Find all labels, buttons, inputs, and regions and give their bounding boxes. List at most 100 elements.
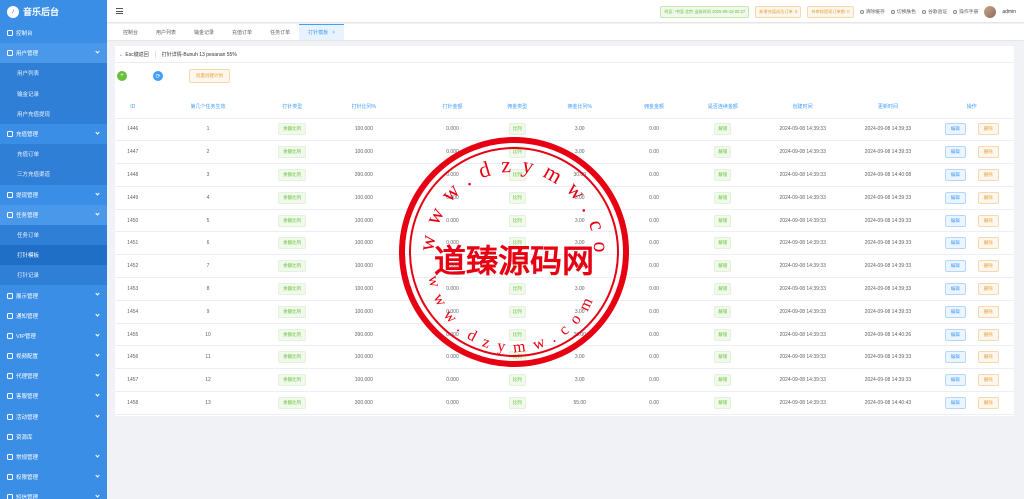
table-row[interactable]: 1456 11 余额比列 100.000 0.000 比列 3.00 0.00 解锁 2024-0… (115, 345, 1014, 370)
table-row[interactable]: 1446 1 余额比列 100.000 0.000 比列 3.00 0.00 解锁 2024-09… (115, 118, 1014, 142)
delete-button[interactable]: 删除 (977, 328, 999, 341)
delete-button[interactable]: 删除 (977, 214, 999, 227)
sidebar-item[interactable]: 充值管理 (0, 124, 107, 144)
table-row[interactable]: 1449 4 余额比列 100.000 0.000 比列 3.00 0.00 解锁 2024-09… (115, 186, 1014, 210)
menu-toggle-icon[interactable] (116, 8, 123, 14)
table-cell: 解锁 (686, 140, 759, 165)
edit-button[interactable]: 编辑 (944, 168, 966, 181)
delete-button[interactable]: 删除 (977, 123, 999, 136)
sidebar-item-label: 用户列表 (17, 71, 40, 78)
table-row[interactable]: 1451 6 余额比列 100.000 0.000 比列 3.00 0.00 解锁 2024-09… (115, 231, 1014, 256)
edit-button[interactable]: 编辑 (944, 374, 966, 387)
edit-button[interactable]: 编辑 (944, 191, 966, 204)
sidebar-item[interactable]: 提现管理 (0, 185, 107, 205)
edit-button[interactable]: 编辑 (944, 123, 966, 136)
edit-button[interactable]: 编辑 (944, 351, 966, 364)
sidebar-item[interactable]: 三方充值渠道 (0, 164, 107, 185)
sidebar-item[interactable]: 任务订单 (0, 224, 107, 246)
edit-button[interactable]: 编辑 (944, 260, 966, 273)
continuous-tag: 解锁 (714, 123, 732, 136)
sidebar-item[interactable]: 权限管理 (0, 467, 107, 487)
clear-cache-button[interactable]: 清除缓存 (859, 8, 885, 15)
edit-button[interactable]: 编辑 (944, 396, 966, 409)
delete-button[interactable]: 删除 (977, 396, 999, 409)
injection-type-tag: 余额比列 (278, 123, 307, 136)
table-row[interactable]: 1453 8 余额比列 100.000 0.000 比列 3.00 0.00 解锁 2024-09… (115, 277, 1014, 301)
delete-button[interactable]: 删除 (977, 168, 999, 181)
table-cell: 0.00 (621, 300, 687, 324)
table-cell: 余额比列 (265, 323, 319, 347)
sidebar-item-label: 用户管理 (16, 51, 39, 58)
sidebar-item[interactable]: 控制台 (0, 23, 107, 43)
refresh-button[interactable]: ⟳ (153, 71, 163, 81)
injection-type-tag: 余额比列 (278, 191, 307, 204)
sidebar-item[interactable]: 代理管理 (0, 366, 107, 386)
sidebar-item[interactable]: 用户列表 (0, 63, 107, 84)
sidebar-item[interactable]: 活动管理 (0, 407, 107, 427)
table-row[interactable]: 1452 7 余额比列 100.000 0.000 比列 3.00 0.00 解锁 2024-09… (115, 254, 1014, 279)
sidebar-item[interactable]: 客服管理 (0, 386, 107, 406)
username[interactable]: admin (1002, 9, 1016, 15)
back-button[interactable]: ← Esc键返回 (119, 51, 149, 58)
tab-recharge-orders[interactable]: 充值订单 (223, 24, 261, 40)
delete-button[interactable]: 删除 (977, 260, 999, 273)
delete-button[interactable]: 删除 (977, 191, 999, 204)
sidebar-item[interactable]: 充值订单 (0, 144, 107, 165)
table-cell: 7 (150, 254, 266, 279)
delete-button[interactable]: 删除 (977, 374, 999, 387)
sidebar-item[interactable]: 通知管理 (0, 306, 107, 326)
sidebar-item[interactable]: 打针记录 (0, 265, 107, 286)
chevron-down-icon (95, 312, 100, 317)
delete-button[interactable]: 删除 (977, 282, 999, 295)
tab-dashboard[interactable]: 控制台 (114, 24, 147, 40)
table-body: 1446 1 余额比列 100.000 0.000 比列 3.00 0.00 解锁 2024-09… (115, 118, 1014, 415)
sidebar-item[interactable]: 任务管理 (0, 204, 107, 225)
switch-skin-button[interactable]: 切换肤色 (890, 8, 916, 15)
table-row[interactable]: 1457 12 余额比列 100.000 0.000 比列 3.00 0.00 解锁 2024-0… (115, 368, 1014, 393)
withdraw-orders-badge[interactable]: 待审核提现订单数: 0 (807, 5, 854, 18)
close-icon[interactable]: × (332, 30, 335, 36)
edit-button[interactable]: 编辑 (944, 237, 966, 250)
edit-button[interactable]: 编辑 (944, 214, 966, 227)
edit-button[interactable]: 编辑 (944, 328, 966, 341)
avatar[interactable] (984, 5, 997, 18)
tab-fund-records[interactable]: 输金记录 (185, 24, 223, 40)
tab-injection-template[interactable]: 打针模板 × (299, 24, 345, 40)
table-row[interactable]: 1458 13 余额比列 300.000 0.000 比列 55.00 0.00 解锁 2024-… (115, 391, 1014, 415)
table-cell: 2024-09-08 14:39:33 (846, 277, 930, 301)
sidebar-item[interactable]: 展示管理 (0, 285, 107, 305)
sidebar-item[interactable]: 用户管理 (0, 43, 107, 64)
sidebar-item[interactable]: 用户充值提现 (0, 103, 107, 124)
delete-button[interactable]: 删除 (977, 237, 999, 250)
tab-user-list[interactable]: 用户列表 (147, 24, 185, 40)
delete-button[interactable]: 删除 (977, 305, 999, 318)
edit-button[interactable]: 编辑 (944, 146, 966, 159)
sidebar-item[interactable]: 视频配置 (0, 346, 107, 366)
table-row[interactable]: 1447 2 余额比列 100.000 0.000 比列 3.00 0.00 解锁 2024-09… (115, 140, 1014, 165)
manual-button[interactable]: 操作手册 (953, 8, 978, 15)
delete-button[interactable]: 删除 (977, 146, 999, 159)
tab-task-orders[interactable]: 任务订单 (261, 24, 299, 40)
app-logo[interactable]: ♪ 音乐后台 (0, 0, 107, 23)
table-row[interactable]: 1454 9 余额比列 100.000 0.000 比列 3.00 0.00 解锁 2024-09… (115, 300, 1014, 324)
recharge-orders-badge[interactable]: 新增充值成功订单: 9 (755, 5, 802, 18)
table-row[interactable]: 1448 3 余额比列 390.000 0.000 比列 30.00 0.00 解锁 2024-0… (115, 163, 1014, 187)
add-button[interactable]: + (117, 71, 127, 81)
sidebar-item[interactable]: 短信管理 (0, 487, 107, 499)
google-auth-button[interactable]: 谷歌验证 (921, 8, 947, 15)
table-cell: 0.000 (408, 368, 497, 393)
injection-type-tag: 余额比列 (278, 282, 307, 295)
table-row[interactable]: 1455 10 余额比列 390.000 0.000 比列 30.00 0.00 解锁 2024-… (115, 323, 1014, 347)
table-row[interactable]: 1450 5 余额比列 100.000 0.000 比列 3.00 0.00 解锁 2024-09… (115, 209, 1014, 233)
edit-button[interactable]: 编辑 (944, 282, 966, 295)
sidebar-item[interactable]: 打针模板 (0, 245, 107, 266)
sidebar-item[interactable]: 常规管理 (0, 447, 107, 467)
sidebar-item[interactable]: 输金记录 (0, 83, 107, 104)
commission-type-tag: 比列 (508, 168, 526, 181)
edit-button[interactable]: 编辑 (944, 305, 966, 318)
sidebar-item-label: 展示管理 (16, 293, 39, 300)
sidebar-item[interactable]: 资源库 (0, 427, 107, 447)
batch-create-button[interactable]: 批量创建计划 (189, 69, 230, 83)
sidebar-item[interactable]: VIP管理 (0, 326, 107, 346)
delete-button[interactable]: 删除 (977, 351, 999, 364)
